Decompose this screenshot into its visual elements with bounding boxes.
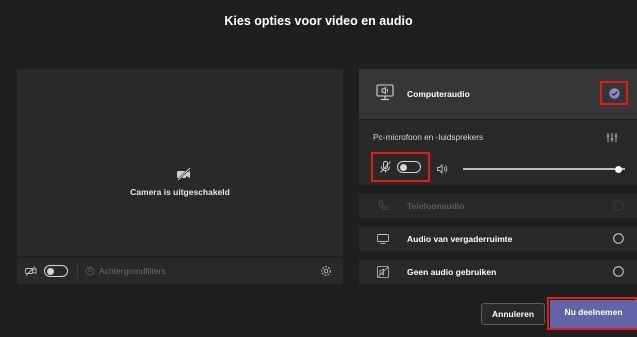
- phone-audio-option: Telefoonaudio: [359, 194, 637, 218]
- selected-radio-highlight: [600, 81, 628, 105]
- microphone-toggle[interactable]: [397, 161, 421, 173]
- room-audio-label: Audio van vergaderruimte: [407, 234, 513, 244]
- camera-off-message: Camera is uitgeschakeld: [130, 187, 230, 197]
- camera-off-icon: [25, 266, 37, 276]
- video-controls-bar: Achtergrondfilters: [17, 258, 343, 284]
- radio-unselected-icon[interactable]: [613, 266, 624, 277]
- no-audio-option[interactable]: Geen audio gebruiken: [359, 260, 637, 284]
- camera-off-icon: [177, 167, 191, 181]
- monitor-icon: [377, 234, 389, 244]
- background-filters-icon: [85, 266, 95, 276]
- camera-toggle[interactable]: [44, 265, 68, 277]
- computer-audio-icon: [376, 84, 394, 101]
- cancel-button[interactable]: Annuleren: [481, 303, 545, 325]
- computer-audio-label: Computeraudio: [407, 89, 470, 99]
- computer-audio-option[interactable]: Computeraudio: [359, 69, 637, 119]
- mic-off-icon: [380, 161, 391, 173]
- phone-icon: [378, 200, 389, 211]
- device-label: Pc-microfoon en -luidsprekers: [373, 132, 484, 142]
- volume-slider[interactable]: [463, 165, 625, 173]
- volume-fill: [463, 168, 619, 170]
- device-settings-icon[interactable]: [606, 133, 618, 142]
- video-preview: Camera is uitgeschakeld: [17, 69, 343, 256]
- background-filters-button[interactable]: Achtergrondfilters: [99, 266, 166, 276]
- divider: [77, 263, 78, 279]
- speaker-icon: [437, 164, 448, 174]
- join-now-button[interactable]: Nu deelnemen: [550, 300, 637, 328]
- speaker-off-icon: [377, 266, 389, 278]
- audio-device-section: Pc-microfoon en -luidsprekers: [359, 120, 637, 185]
- phone-audio-label: Telefoonaudio: [407, 201, 465, 211]
- gear-icon[interactable]: [320, 265, 332, 277]
- mic-controls-highlight: [371, 152, 430, 182]
- room-audio-option[interactable]: Audio van vergaderruimte: [359, 227, 637, 251]
- volume-slider-thumb[interactable]: [615, 165, 623, 173]
- no-audio-label: Geen audio gebruiken: [407, 267, 497, 277]
- dialog-title: Kies opties voor video en audio: [224, 14, 413, 28]
- radio-unselected-icon[interactable]: [613, 233, 624, 244]
- radio-disabled-icon: [613, 200, 624, 211]
- radio-selected-icon[interactable]: [609, 88, 620, 99]
